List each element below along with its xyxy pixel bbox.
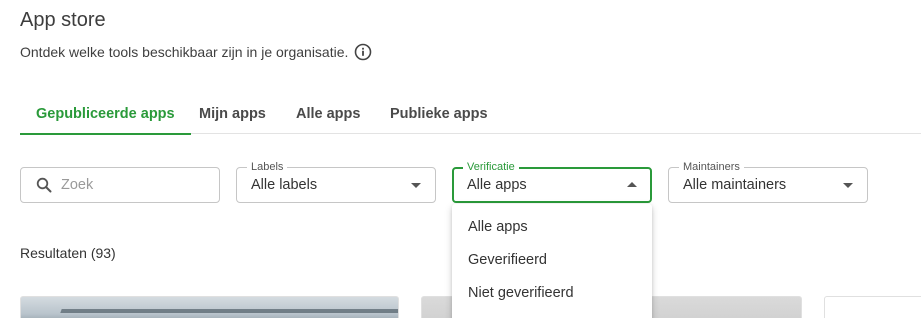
maintainers-select-value: Alle maintainers [683, 177, 787, 193]
page-title: App store [20, 9, 106, 31]
dropdown-option-geverifieerd[interactable]: Geverifieerd [452, 243, 652, 276]
info-icon[interactable] [354, 43, 372, 61]
caret-up-icon [627, 182, 637, 187]
dropdown-option-alle-apps[interactable]: Alle apps [452, 210, 652, 243]
search-icon [36, 177, 52, 193]
tab-alle-apps[interactable]: Alle apps [296, 96, 360, 133]
verificatie-dropdown-menu: Alle apps Geverifieerd Niet geverifieerd [452, 204, 652, 318]
labels-select-label: Labels [247, 160, 288, 174]
maintainers-select-label: Maintainers [679, 160, 744, 174]
verificatie-select-label: Verificatie [463, 160, 519, 174]
labels-select[interactable]: Labels Alle labels [236, 160, 436, 203]
labels-select-value: Alle labels [251, 177, 318, 193]
caret-down-icon [411, 183, 421, 188]
app-card[interactable] [824, 296, 921, 318]
search-input[interactable] [61, 168, 211, 202]
subtitle-text: Ontdek welke tools beschikbaar zijn in j… [20, 44, 349, 60]
tab-mijn-apps[interactable]: Mijn apps [199, 96, 266, 133]
results-count: Resultaten (93) [20, 245, 116, 261]
search-field[interactable] [20, 167, 220, 203]
tab-gepubliceerde-apps[interactable]: Gepubliceerde apps [20, 96, 191, 135]
tab-bar: Gepubliceerde apps Mijn apps Alle apps P… [20, 96, 921, 135]
app-card[interactable] [20, 296, 399, 318]
caret-down-icon [843, 183, 853, 188]
tab-publieke-apps[interactable]: Publieke apps [390, 96, 488, 133]
verificatie-select-value: Alle apps [467, 177, 527, 193]
maintainers-select[interactable]: Maintainers Alle maintainers [668, 160, 868, 203]
card-image [60, 309, 398, 313]
page-subtitle: Ontdek welke tools beschikbaar zijn in j… [20, 43, 372, 61]
dropdown-option-niet-geverifieerd[interactable]: Niet geverifieerd [452, 276, 652, 309]
verificatie-select[interactable]: Verificatie Alle apps [452, 160, 652, 203]
